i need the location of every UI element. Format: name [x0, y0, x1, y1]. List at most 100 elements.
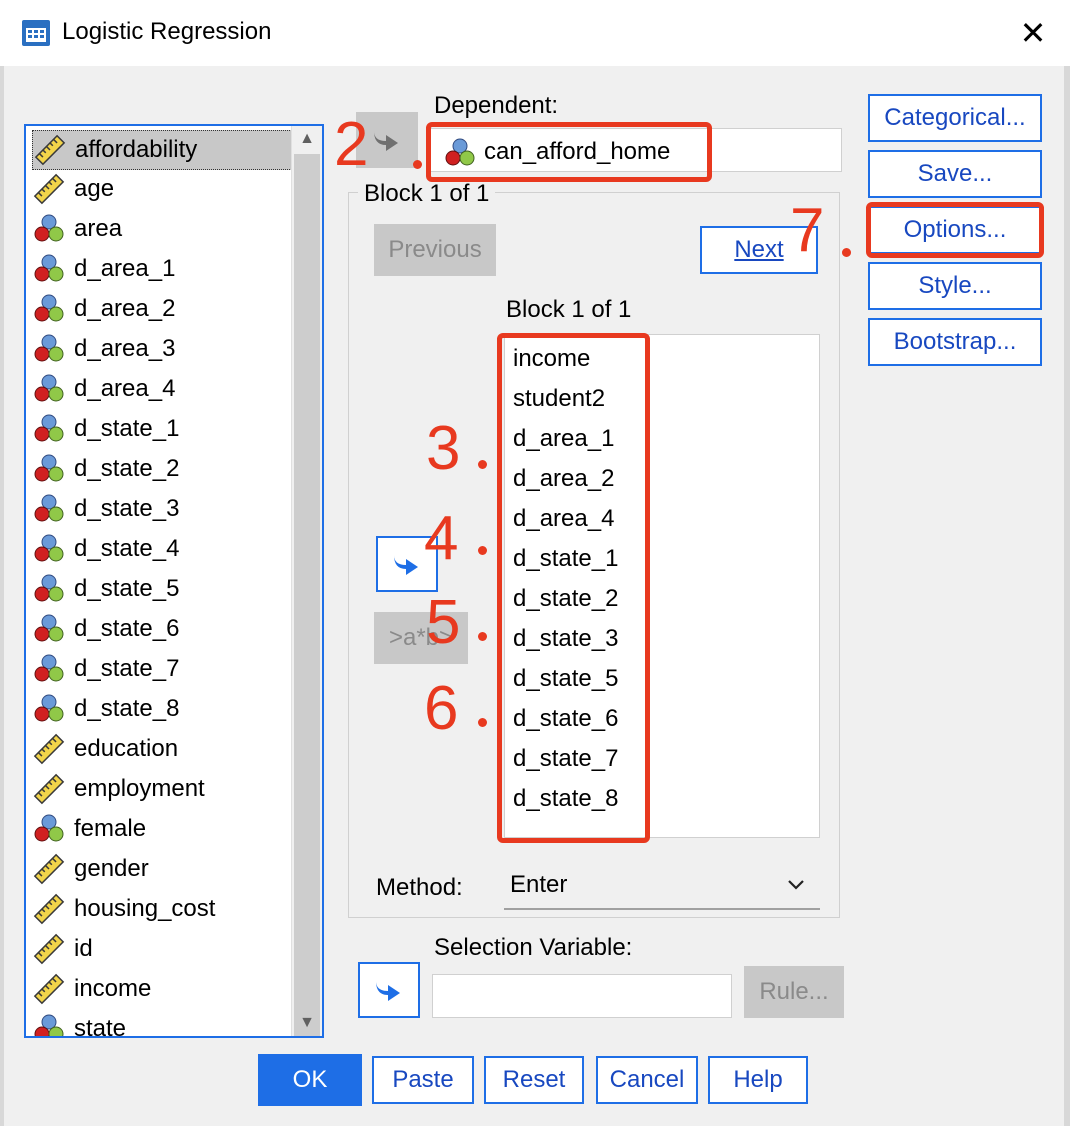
- nominal-icon: [32, 492, 66, 526]
- scale-icon: [32, 932, 66, 966]
- variable-list-item[interactable]: d_state_4: [32, 530, 290, 568]
- variable-list-item[interactable]: gender: [32, 850, 290, 888]
- scale-icon: [32, 852, 66, 886]
- annotation-dot: [842, 248, 851, 257]
- variable-list-item[interactable]: employment: [32, 770, 290, 808]
- nominal-icon: [32, 372, 66, 406]
- variable-name: d_state_3: [74, 495, 180, 522]
- variable-list-item[interactable]: d_state_3: [32, 490, 290, 528]
- annotation-box-options: [866, 202, 1044, 258]
- variable-list-item[interactable]: education: [32, 730, 290, 768]
- nominal-icon: [32, 612, 66, 646]
- annotation-number-2: 2: [334, 110, 369, 179]
- variable-list-item[interactable]: id: [32, 930, 290, 968]
- variable-list-item[interactable]: housing_cost: [32, 890, 290, 928]
- variable-list-item[interactable]: d_state_1: [32, 410, 290, 448]
- block-group-title: Block 1 of 1: [358, 180, 496, 208]
- annotation-dot: [478, 632, 487, 641]
- variable-name: d_state_5: [74, 575, 180, 602]
- variable-name: d_state_6: [74, 615, 180, 642]
- variable-list-item[interactable]: income: [32, 970, 290, 1008]
- nominal-icon: [32, 332, 66, 366]
- scale-icon: [32, 772, 66, 806]
- annotation-dot: [478, 460, 487, 469]
- help-button[interactable]: Help: [708, 1056, 808, 1104]
- variable-list-item[interactable]: d_state_2: [32, 450, 290, 488]
- variable-name: employment: [74, 775, 205, 802]
- variable-name: housing_cost: [74, 895, 216, 922]
- variable-name: d_state_7: [74, 655, 180, 682]
- previous-button[interactable]: Previous: [374, 224, 496, 276]
- scale-icon: [32, 732, 66, 766]
- variable-list-item[interactable]: d_area_2: [32, 290, 290, 328]
- variable-name: d_state_2: [74, 455, 180, 482]
- nominal-icon: [32, 1012, 66, 1036]
- bootstrap-button[interactable]: Bootstrap...: [868, 318, 1042, 366]
- variable-list-item[interactable]: d_state_6: [32, 610, 290, 648]
- annotation-number-4: 4: [424, 504, 459, 573]
- annotation-box-covariates: [497, 333, 650, 843]
- nominal-icon: [32, 212, 66, 246]
- right-arrow-icon: [374, 131, 398, 151]
- ok-button[interactable]: OK: [258, 1054, 362, 1106]
- nominal-icon: [32, 292, 66, 326]
- variable-name: female: [74, 815, 147, 842]
- right-arrow-icon: [394, 555, 418, 575]
- variable-name: d_state_1: [74, 415, 180, 442]
- right-arrow-icon: [376, 981, 400, 1001]
- source-variable-list[interactable]: affordability age area d_area_1 d_area_2 d_ar…: [24, 124, 324, 1038]
- selection-variable-field[interactable]: [432, 974, 732, 1018]
- variable-name: d_area_2: [74, 295, 176, 322]
- scroll-down-arrow-icon[interactable]: ▼: [292, 1010, 322, 1036]
- paste-button[interactable]: Paste: [372, 1056, 474, 1104]
- style-button[interactable]: Style...: [868, 262, 1042, 310]
- variable-list-item[interactable]: d_state_7: [32, 650, 290, 688]
- save-button[interactable]: Save...: [868, 150, 1042, 198]
- variable-list-item[interactable]: area: [32, 210, 290, 248]
- rule-button[interactable]: Rule...: [744, 966, 844, 1018]
- variable-name: d_area_1: [74, 255, 176, 282]
- cancel-button[interactable]: Cancel: [596, 1056, 698, 1104]
- nominal-icon: [32, 812, 66, 846]
- variable-list-item[interactable]: state: [32, 1010, 290, 1038]
- variable-list-item[interactable]: d_state_8: [32, 690, 290, 728]
- close-button[interactable]: ✕: [1012, 14, 1054, 52]
- nominal-icon: [32, 452, 66, 486]
- variable-list-item[interactable]: d_area_3: [32, 330, 290, 368]
- variable-list-scrollbar[interactable]: ▲ ▼: [291, 126, 322, 1036]
- variable-list-item[interactable]: age: [32, 170, 290, 208]
- variable-name: id: [74, 935, 93, 962]
- annotation-dot: [478, 546, 487, 555]
- nominal-icon: [32, 532, 66, 566]
- nominal-icon: [32, 412, 66, 446]
- dependent-label: Dependent:: [434, 92, 559, 119]
- chevron-down-icon: [788, 880, 804, 890]
- move-to-selection-button[interactable]: [358, 962, 420, 1018]
- block-list-title: Block 1 of 1: [506, 296, 632, 323]
- nominal-icon: [32, 572, 66, 606]
- variable-list-item[interactable]: d_area_4: [32, 370, 290, 408]
- nominal-icon: [32, 252, 66, 286]
- scale-icon: [32, 172, 66, 206]
- variable-list-item[interactable]: d_state_5: [32, 570, 290, 608]
- variable-name: d_area_4: [74, 375, 176, 402]
- annotation-dot: [478, 718, 487, 727]
- annotation-box-dependent: [426, 122, 712, 182]
- variable-name: state: [74, 1015, 127, 1038]
- nominal-icon: [32, 692, 66, 726]
- scroll-up-arrow-icon[interactable]: ▲: [292, 126, 322, 152]
- variable-list-item[interactable]: female: [32, 810, 290, 848]
- variable-list-item[interactable]: d_area_1: [32, 250, 290, 288]
- annotation-number-3: 3: [426, 414, 461, 483]
- variable-list-item[interactable]: affordability: [32, 130, 292, 170]
- variable-name: age: [74, 175, 115, 202]
- window-border-right: [1064, 66, 1070, 1126]
- reset-button[interactable]: Reset: [484, 1056, 584, 1104]
- window-title: Logistic Regression: [62, 18, 272, 45]
- scroll-thumb[interactable]: [294, 154, 320, 1036]
- nominal-icon: [32, 652, 66, 686]
- method-select[interactable]: Enter: [504, 862, 820, 910]
- categorical-button[interactable]: Categorical...: [868, 94, 1042, 142]
- spss-app-icon: [20, 16, 52, 48]
- method-label: Method:: [376, 874, 463, 901]
